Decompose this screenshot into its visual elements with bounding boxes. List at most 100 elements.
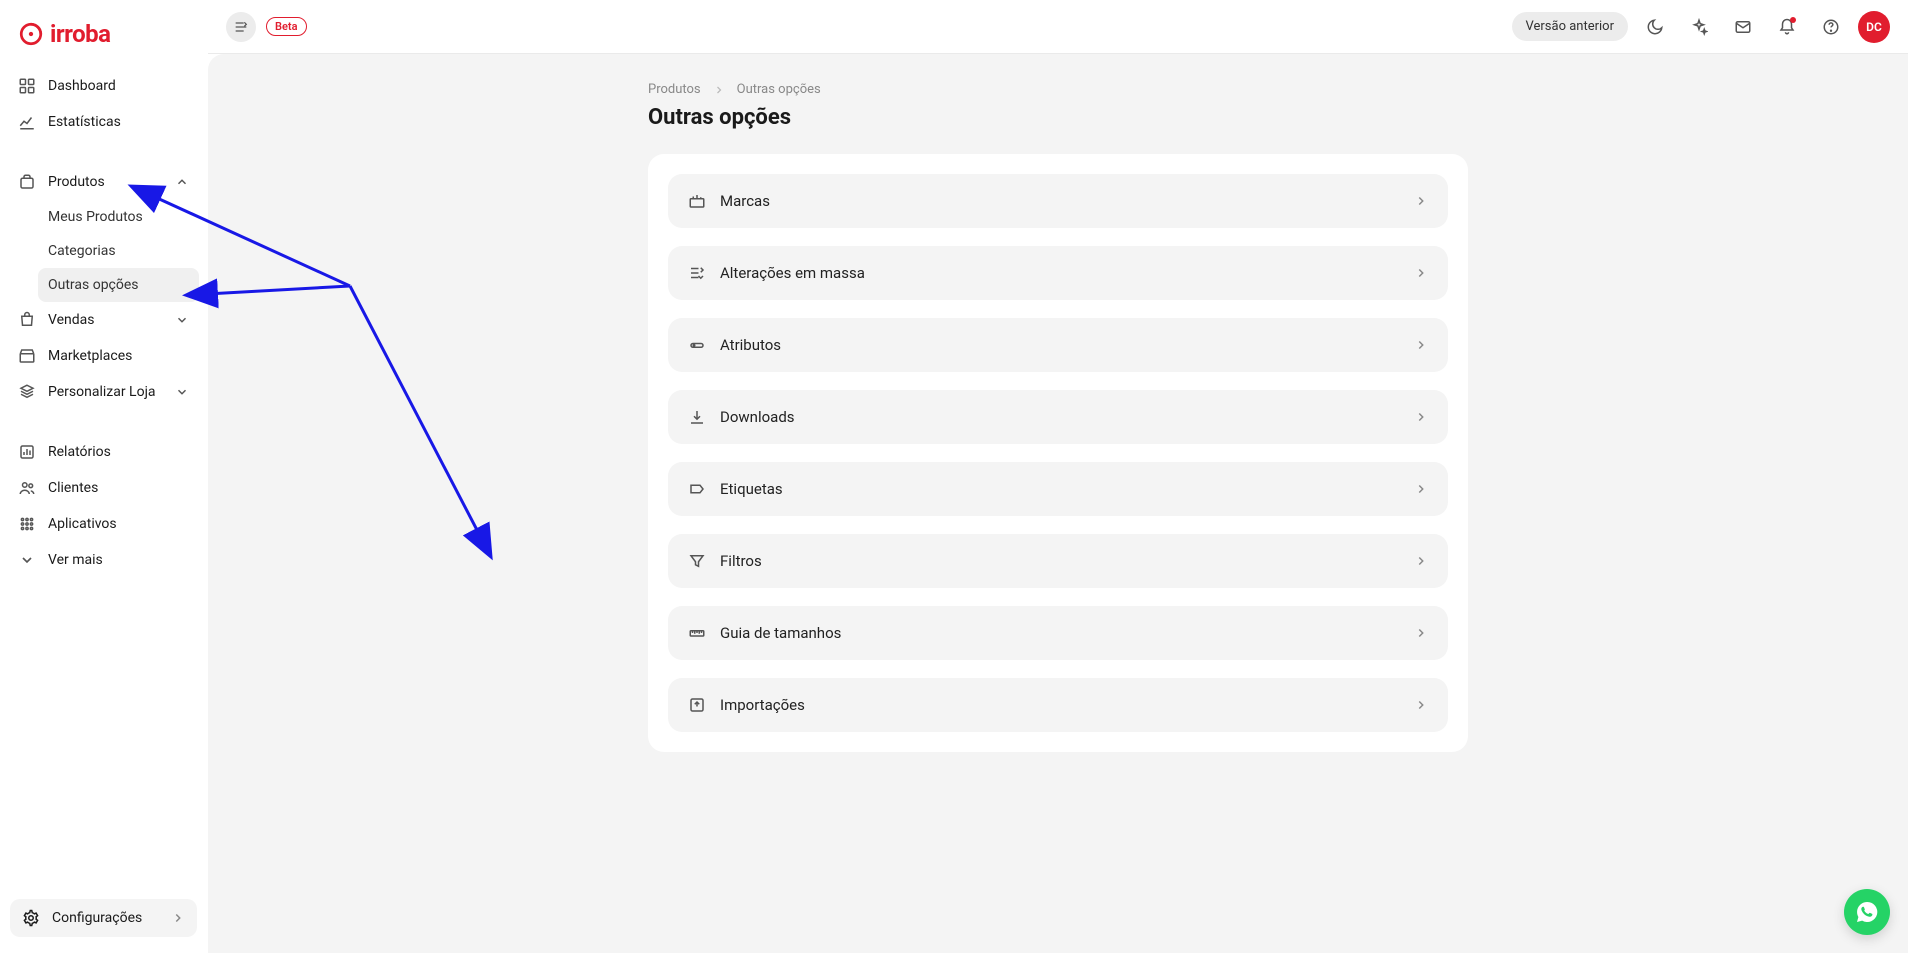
- option-label: Atributos: [720, 336, 1400, 354]
- sidebar-item-configuracoes[interactable]: Configurações: [10, 899, 197, 937]
- nav-section-3: Relatórios Clientes Aplicativos Ver mais: [8, 434, 199, 578]
- sidebar-item-vendas[interactable]: Vendas: [8, 302, 199, 338]
- labels-icon: [688, 480, 706, 498]
- option-marcas[interactable]: Marcas: [668, 174, 1448, 228]
- chevron-right-icon: [1414, 698, 1428, 712]
- marketplace-icon: [18, 347, 36, 365]
- option-downloads[interactable]: Downloads: [668, 390, 1448, 444]
- sidebar-label: Clientes: [48, 480, 189, 496]
- sidebar-label: Estatísticas: [48, 114, 189, 130]
- sidebar-item-dashboard[interactable]: Dashboard: [8, 68, 199, 104]
- brand-logo[interactable]: irroba: [8, 16, 199, 68]
- sparkle-button[interactable]: [1682, 10, 1716, 44]
- sidebar-label: Ver mais: [48, 552, 189, 568]
- brands-icon: [688, 192, 706, 210]
- sidebar-label: Relatórios: [48, 444, 189, 460]
- breadcrumb-item[interactable]: Outras opções: [737, 82, 821, 97]
- sidebar-item-produtos[interactable]: Produtos: [8, 164, 199, 200]
- sidebar-subitem-meus-produtos[interactable]: Meus Produtos: [38, 200, 199, 234]
- breadcrumb-item[interactable]: Produtos: [648, 82, 701, 97]
- mail-icon: [1734, 18, 1752, 36]
- chevron-down-icon: [175, 385, 189, 399]
- sidebar-label: Marketplaces: [48, 348, 189, 364]
- sidebar-item-clientes[interactable]: Clientes: [8, 470, 199, 506]
- sidebar: irroba Dashboard Estatísticas Pr: [0, 0, 208, 953]
- topbar: Beta Versão anterior: [208, 0, 1908, 54]
- sidebar-subitem-outras-opcoes[interactable]: Outras opções: [38, 268, 199, 302]
- collapse-sidebar-button[interactable]: [226, 12, 256, 42]
- chevron-right-icon: [1414, 554, 1428, 568]
- chevron-right-icon: [1414, 410, 1428, 424]
- beta-badge: Beta: [266, 17, 307, 36]
- sidebar-item-aplicativos[interactable]: Aplicativos: [8, 506, 199, 542]
- whatsapp-fab[interactable]: [1844, 889, 1890, 935]
- help-icon: [1822, 18, 1840, 36]
- sidebar-item-personalizar[interactable]: Personalizar Loja: [8, 374, 199, 410]
- sidebar-subitems-produtos: Meus Produtos Categorias Outras opções: [8, 200, 199, 302]
- previous-version-button[interactable]: Versão anterior: [1512, 12, 1629, 41]
- filters-icon: [688, 552, 706, 570]
- size-guide-icon: [688, 624, 706, 642]
- sidebar-item-marketplaces[interactable]: Marketplaces: [8, 338, 199, 374]
- nav-section-2: Produtos Meus Produtos Categorias Outras…: [8, 164, 199, 410]
- clients-icon: [18, 479, 36, 497]
- sidebar-item-relatorios[interactable]: Relatórios: [8, 434, 199, 470]
- sidebar-label: Vendas: [48, 312, 163, 328]
- theme-toggle-button[interactable]: [1638, 10, 1672, 44]
- apps-icon: [18, 515, 36, 533]
- attributes-icon: [688, 336, 706, 354]
- option-guia-de-tamanhos[interactable]: Guia de tamanhos: [668, 606, 1448, 660]
- chevron-right-icon: [1414, 482, 1428, 496]
- moon-icon: [1646, 18, 1664, 36]
- page-title: Outras opções: [648, 105, 1468, 130]
- gear-icon: [22, 909, 40, 927]
- sidebar-item-ver-mais[interactable]: Ver mais: [8, 542, 199, 578]
- chevron-right-icon: [1414, 338, 1428, 352]
- sidebar-label: Personalizar Loja: [48, 384, 163, 400]
- nav-section-1: Dashboard Estatísticas: [8, 68, 199, 140]
- chevron-right-icon: [1414, 194, 1428, 208]
- sidebar-label: Produtos: [48, 174, 163, 190]
- notifications-button[interactable]: [1770, 10, 1804, 44]
- reports-icon: [18, 443, 36, 461]
- chevron-down-icon: [18, 551, 36, 569]
- option-label: Filtros: [720, 552, 1400, 570]
- breadcrumb: Produtos Outras opções: [648, 82, 1468, 97]
- notification-dot: [1790, 17, 1796, 23]
- content-area: Produtos Outras opções Outras opções Mar…: [208, 54, 1908, 953]
- option-alteracoes-em-massa[interactable]: Alterações em massa: [668, 246, 1448, 300]
- option-importacoes[interactable]: Importações: [668, 678, 1448, 732]
- config-label: Configurações: [52, 910, 159, 926]
- help-button[interactable]: [1814, 10, 1848, 44]
- dashboard-icon: [18, 77, 36, 95]
- sparkle-icon: [1690, 18, 1708, 36]
- sidebar-label: Aplicativos: [48, 516, 189, 532]
- option-filtros[interactable]: Filtros: [668, 534, 1448, 588]
- option-label: Alterações em massa: [720, 264, 1400, 282]
- chevron-up-icon: [175, 175, 189, 189]
- option-label: Guia de tamanhos: [720, 624, 1400, 642]
- options-card: Marcas Alterações em massa: [648, 154, 1468, 752]
- chevron-right-icon: [1414, 266, 1428, 280]
- whatsapp-icon: [1855, 900, 1879, 924]
- option-label: Marcas: [720, 192, 1400, 210]
- option-label: Etiquetas: [720, 480, 1400, 498]
- imports-icon: [688, 696, 706, 714]
- stats-icon: [18, 113, 36, 131]
- chevron-right-icon: [171, 911, 185, 925]
- chevron-down-icon: [175, 313, 189, 327]
- customize-icon: [18, 383, 36, 401]
- option-etiquetas[interactable]: Etiquetas: [668, 462, 1448, 516]
- avatar[interactable]: DC: [1858, 11, 1890, 43]
- brand-icon: [18, 21, 44, 47]
- sidebar-label: Dashboard: [48, 78, 189, 94]
- option-atributos[interactable]: Atributos: [668, 318, 1448, 372]
- sidebar-item-estatisticas[interactable]: Estatísticas: [8, 104, 199, 140]
- chevron-right-icon: [1414, 626, 1428, 640]
- sales-icon: [18, 311, 36, 329]
- brand-name: irroba: [50, 20, 110, 48]
- mail-button[interactable]: [1726, 10, 1760, 44]
- download-icon: [688, 408, 706, 426]
- bulk-edit-icon: [688, 264, 706, 282]
- sidebar-subitem-categorias[interactable]: Categorias: [38, 234, 199, 268]
